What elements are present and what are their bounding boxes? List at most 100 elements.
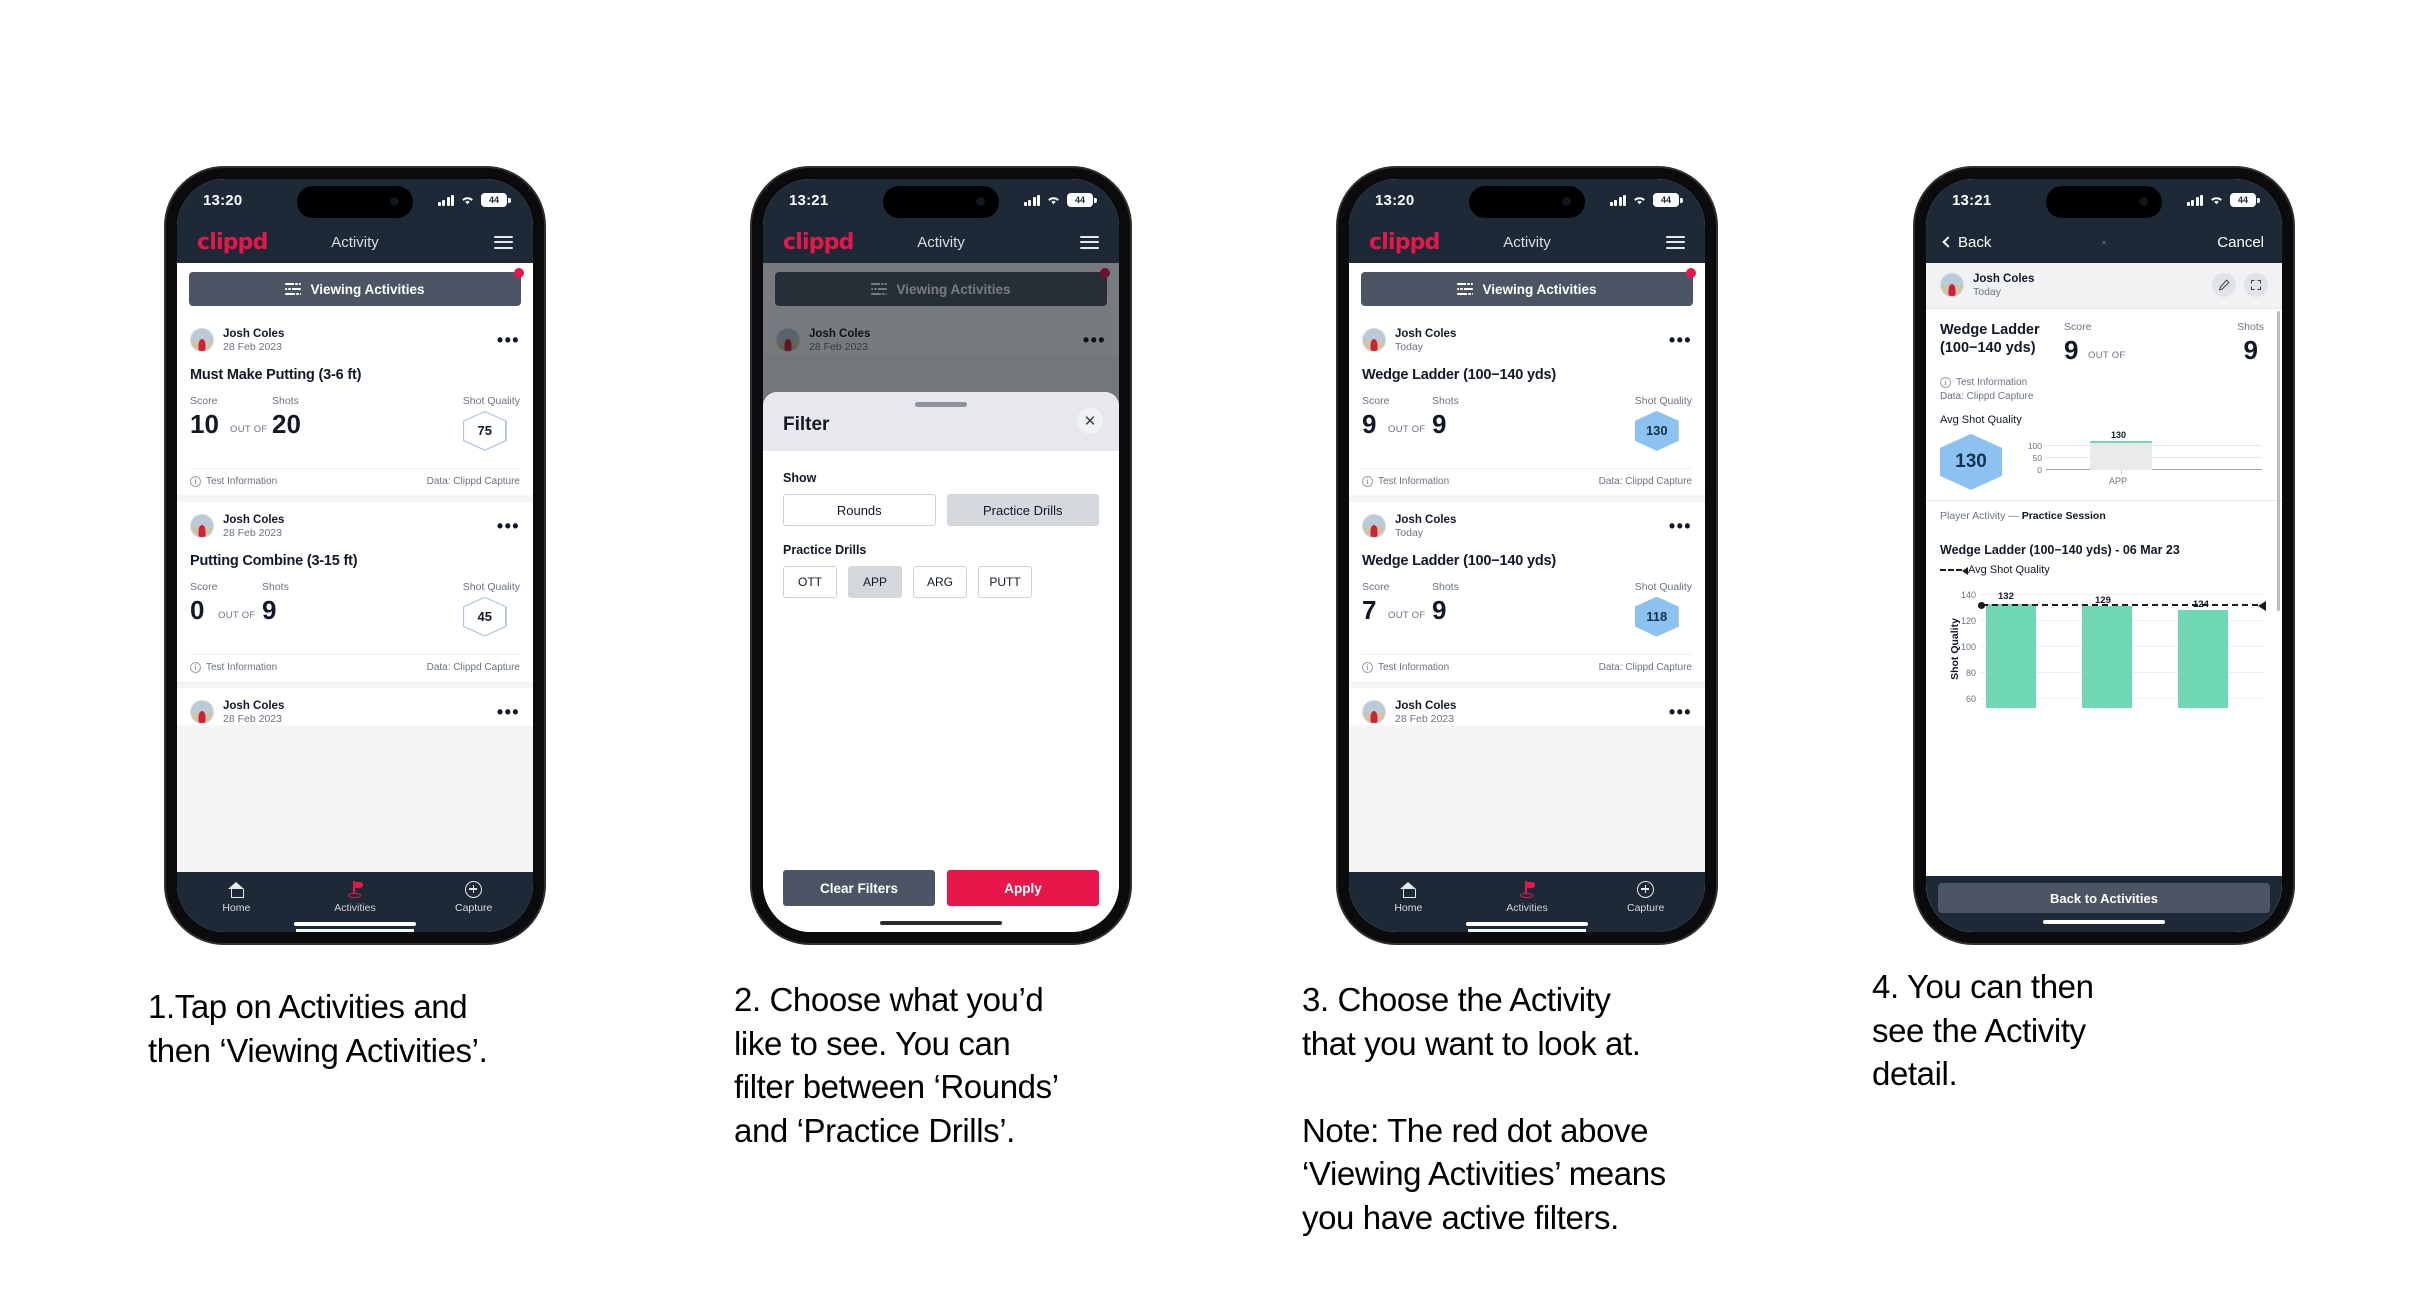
detail-title: Wedge Ladder (100−140 yds) — [1940, 321, 2058, 358]
player-activity-prefix: Player Activity — — [1940, 509, 2022, 522]
out-of-label: OUT OF — [1388, 423, 1426, 435]
status-indicators: 44 — [2186, 193, 2260, 207]
battery-icon: 44 — [1067, 193, 1097, 207]
activity-card[interactable]: Josh Coles 28 Feb 2023 ••• Must Make Put… — [177, 316, 533, 495]
app-body-2: Viewing Activities Josh Coles 28 Feb 202… — [763, 263, 1119, 932]
card-user: Josh Coles 28 Feb 2023 — [223, 699, 284, 726]
shot-quality-value: 45 — [464, 597, 506, 636]
card-overflow-menu-icon[interactable]: ••• — [1669, 331, 1692, 349]
clear-filters-button[interactable]: Clear Filters — [783, 870, 935, 906]
pencil-icon[interactable] — [2212, 273, 2236, 298]
filter-modal-body: Show Rounds Practice Drills Practice Dri… — [763, 451, 1119, 870]
close-icon[interactable]: ✕ — [1077, 408, 1103, 434]
card-stats: Score 10 OUT OF Shots 20 Shot Quality 75 — [190, 395, 520, 459]
home-indicator[interactable] — [294, 921, 416, 926]
dynamic-island — [883, 186, 999, 218]
status-time: 13:21 — [789, 191, 829, 209]
card-overflow-menu-icon[interactable]: ••• — [497, 517, 520, 535]
card-overflow-menu-icon[interactable]: ••• — [497, 703, 520, 721]
viewing-activities-button[interactable]: Viewing Activities — [1361, 268, 1696, 306]
cancel-button[interactable]: Cancel — [2217, 234, 2264, 251]
shot-quality-label: Shot Quality — [462, 394, 520, 407]
golf-flag-icon — [1518, 881, 1536, 898]
tab-activities[interactable]: Activities — [1468, 880, 1587, 914]
tab-capture[interactable]: Capture — [1586, 880, 1705, 914]
activity-card[interactable]: Josh Coles 28 Feb 2023 ••• — [1349, 687, 1705, 726]
tab-capture-label: Capture — [1627, 902, 1665, 914]
card-overflow-menu-icon[interactable]: ••• — [1669, 703, 1692, 721]
step-3-column: 13:20 44 clippd Activity Viewing Activit… — [1290, 0, 1890, 1303]
card-footer: i Test Information Data: Clippd Capture — [1362, 653, 1692, 681]
plus-circle-icon — [465, 881, 483, 898]
app-bar-1: clippd Activity — [177, 221, 533, 263]
sheet-grabber[interactable] — [915, 402, 967, 407]
chip-label: APP — [862, 575, 887, 589]
viewing-activities-label: Viewing Activities — [1482, 281, 1597, 297]
battery-icon: 44 — [1653, 193, 1683, 207]
filter-chip-app[interactable]: APP — [848, 566, 902, 598]
phone-frame-2: 13:21 44 clippd Activity Filter ✕ Show R… — [752, 168, 1130, 943]
tab-capture[interactable]: Capture — [414, 880, 533, 914]
back-to-activities-button[interactable]: Back to Activities — [1938, 883, 2270, 913]
card-stats: Score 0 OUT OF Shots 9 Shot Quality 45 — [190, 581, 520, 645]
filter-chip-practice-drills[interactable]: Practice Drills — [946, 494, 1099, 526]
back-button[interactable]: Back — [1942, 234, 1991, 251]
home-indicator[interactable] — [1466, 921, 1588, 926]
card-footer: i Test Information Data: Clippd Capture — [190, 467, 520, 495]
avatar — [190, 328, 214, 353]
filter-chip-ott[interactable]: OTT — [783, 566, 837, 598]
activity-card[interactable]: Josh Coles Today ••• Wedge Ladder (100−1… — [1349, 501, 1705, 681]
card-overflow-menu-icon[interactable]: ••• — [1669, 517, 1692, 535]
card-overflow-menu-icon[interactable]: ••• — [497, 331, 520, 349]
home-indicator[interactable] — [2043, 919, 2165, 924]
filter-chip-rounds[interactable]: Rounds — [783, 494, 936, 526]
test-information[interactable]: i Test Information — [1362, 475, 1449, 487]
card-header: Josh Coles 28 Feb 2023 ••• — [190, 327, 520, 354]
phone-frame-1: 13:20 44 clippd Activity Viewing Activit… — [166, 168, 544, 943]
chip-label: Rounds — [836, 502, 882, 518]
shot-quality-hex: 75 — [462, 410, 507, 451]
activity-title: Wedge Ladder (100−140 yds) — [1362, 366, 1556, 383]
out-of-label: OUT OF — [218, 609, 256, 621]
card-header: Josh Coles Today ••• — [1362, 513, 1692, 540]
detail-user: Josh Coles Today — [1973, 272, 2034, 299]
viewing-activities-button[interactable]: Viewing Activities — [189, 268, 524, 306]
card-stats: Score 7 OUT OF Shots 9 Shot Quality 118 — [1362, 581, 1692, 645]
active-filter-dot — [514, 268, 524, 278]
tab-home-label: Home — [1394, 902, 1423, 914]
detail-summary: Wedge Ladder (100−140 yds) Score 9 OUT O… — [1926, 308, 2282, 500]
home-indicator[interactable] — [880, 920, 1002, 925]
tab-home[interactable]: Home — [1349, 880, 1468, 914]
filter-sliders-icon — [1457, 281, 1474, 297]
test-information[interactable]: i Test Information — [1940, 376, 2268, 388]
status-bar-2: 13:21 44 — [763, 179, 1119, 221]
activity-card[interactable]: Josh Coles Today ••• Wedge Ladder (100−1… — [1349, 316, 1705, 495]
expand-icon[interactable] — [2244, 273, 2268, 298]
filter-chip-arg[interactable]: ARG — [913, 566, 967, 598]
menu-icon[interactable] — [1080, 235, 1099, 249]
test-information[interactable]: i Test Information — [1362, 661, 1449, 673]
phone-screen-3: 13:20 44 clippd Activity Viewing Activit… — [1349, 179, 1705, 932]
menu-icon[interactable] — [494, 235, 513, 249]
caption-step-2: 2. Choose what you’d like to see. You ca… — [734, 981, 1059, 1149]
menu-icon[interactable] — [1666, 235, 1685, 249]
user-date: Today — [1395, 341, 1424, 354]
chip-label: PUTT — [989, 575, 1021, 589]
wifi-icon — [1048, 197, 1059, 205]
scrollbar[interactable] — [2277, 311, 2280, 611]
filter-chip-putt[interactable]: PUTT — [978, 566, 1032, 598]
viewing-activities-label: Viewing Activities — [310, 281, 425, 297]
user-date: Today — [1973, 286, 2002, 299]
chart-ytick: 80 — [1965, 667, 1976, 678]
apply-button[interactable]: Apply — [947, 870, 1099, 906]
test-information[interactable]: i Test Information — [190, 475, 277, 487]
activity-card[interactable]: Josh Coles 28 Feb 2023 ••• Putting Combi… — [177, 501, 533, 681]
activity-card[interactable]: Josh Coles 28 Feb 2023 ••• — [177, 687, 533, 726]
avatar — [1362, 700, 1386, 725]
app-bar-3: clippd Activity — [1349, 221, 1705, 263]
avg-shot-quality-label: Avg Shot Quality — [1940, 413, 2022, 426]
test-information[interactable]: i Test Information — [190, 661, 277, 673]
golf-flag-icon — [346, 881, 364, 898]
tab-activities[interactable]: Activities — [296, 880, 415, 914]
tab-home[interactable]: Home — [177, 880, 296, 914]
